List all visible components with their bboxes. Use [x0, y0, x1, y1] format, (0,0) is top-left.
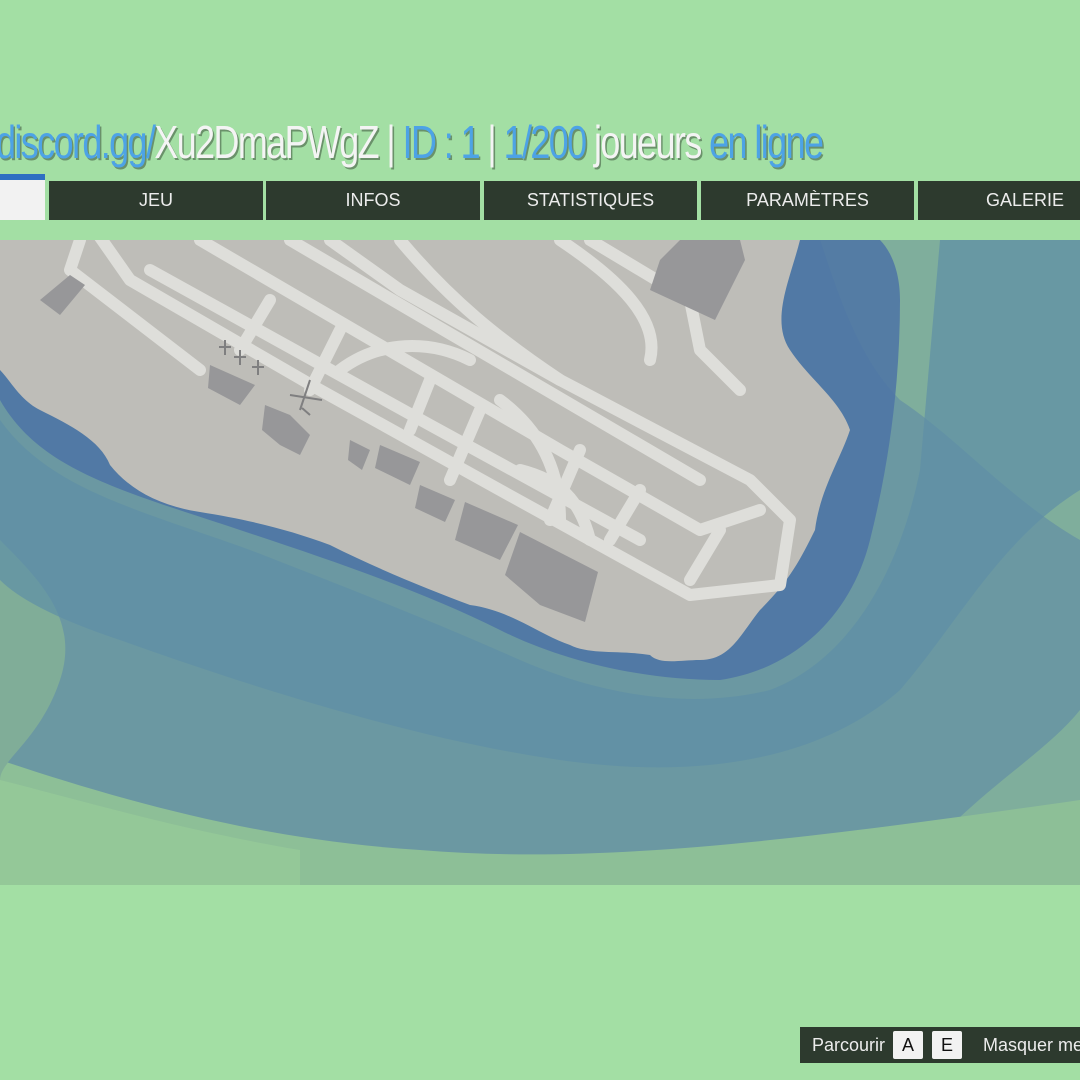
hide-menu-label: Masquer menu	[983, 1035, 1080, 1055]
tab-map-selected[interactable]	[0, 174, 45, 220]
header-separator-1: |	[386, 116, 395, 168]
tab-jeu[interactable]: JEU	[49, 181, 263, 220]
browse-label: Parcourir	[812, 1035, 886, 1055]
key-a-button[interactable]: A	[893, 1031, 923, 1059]
server-code: Xu2DmaPWgZ	[154, 116, 379, 168]
world-map[interactable]	[0, 240, 1080, 885]
online-word: en ligne	[709, 116, 824, 168]
instructional-buttons: Parcourir A E Masquer menu	[800, 1027, 1080, 1063]
tab-infos[interactable]: INFOS	[266, 181, 480, 220]
players-word: joueurs	[593, 116, 702, 168]
key-e-button[interactable]: E	[932, 1031, 962, 1059]
tab-parametres[interactable]: PARAMÈTRES	[701, 181, 914, 220]
tab-statistiques[interactable]: STATISTIQUES	[484, 181, 697, 220]
menu-tab-bar: JEU INFOS STATISTIQUES PARAMÈTRES GALERI…	[0, 174, 1080, 220]
player-id: ID : 1	[402, 116, 481, 168]
server-info-header: discord.gg/Xu2DmaPWgZ | ID : 1 | 1/200 j…	[0, 112, 824, 172]
header-separator-2: |	[487, 116, 496, 168]
map-canvas[interactable]	[0, 240, 1080, 885]
tab-galerie[interactable]: GALERIE	[918, 181, 1080, 220]
player-count: 1/200	[503, 116, 588, 168]
server-link: discord.gg/	[0, 116, 156, 168]
pause-menu-screen: discord.gg/Xu2DmaPWgZ | ID : 1 | 1/200 j…	[0, 0, 1080, 1080]
